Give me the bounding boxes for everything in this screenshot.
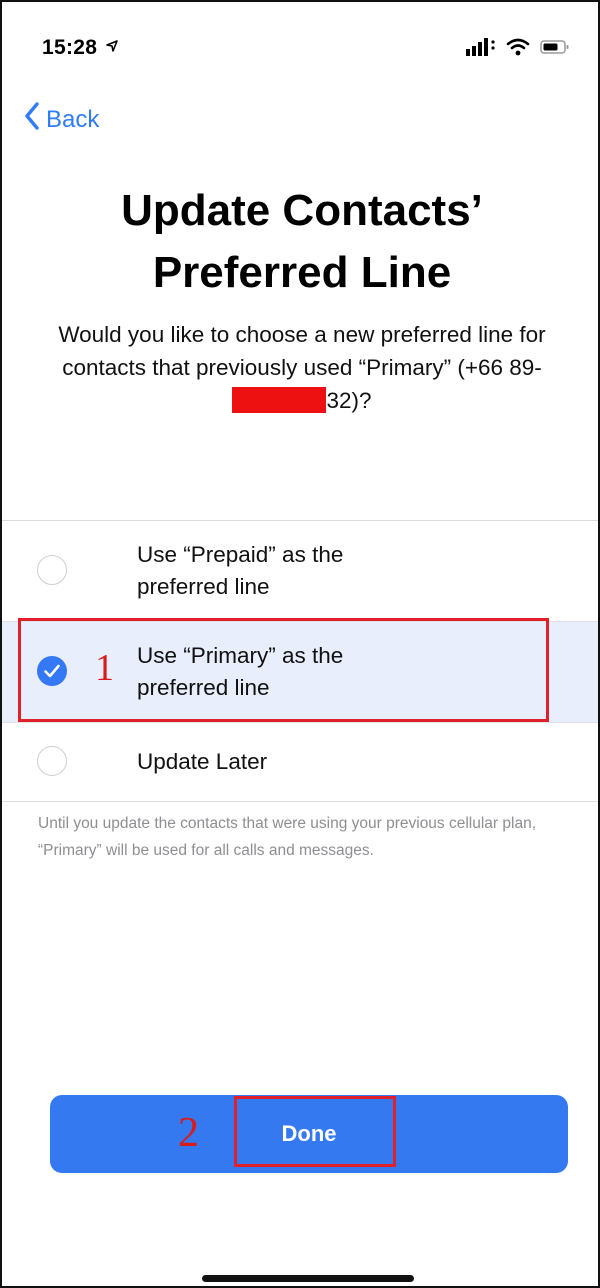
- annotation-step-1: 1: [95, 647, 114, 689]
- chevron-left-icon: [24, 102, 40, 137]
- status-icons: [466, 38, 570, 56]
- back-label: Back: [46, 105, 100, 133]
- subtitle-text-start: Would you like to choose a new preferred…: [58, 322, 546, 380]
- clock-text: 15:28: [42, 36, 98, 59]
- title-line-2: Preferred Line: [152, 248, 452, 297]
- page-title: Update Contacts’ Preferred Line: [22, 180, 582, 304]
- phone-screen: 15:28 Back Update Contacts’ Preferred Li…: [0, 0, 600, 1288]
- home-indicator[interactable]: [202, 1275, 414, 1282]
- back-button[interactable]: Back: [24, 102, 99, 137]
- subtitle-text-end: 32)?: [326, 388, 372, 413]
- cellular-signal-icon: [466, 38, 496, 56]
- option-label: Update Later: [137, 749, 268, 774]
- annotation-box-step-2: [234, 1096, 396, 1167]
- title-line-1: Update Contacts’: [121, 186, 483, 235]
- option-use-prepaid[interactable]: Use “Prepaid” as the preferred line: [2, 521, 598, 622]
- footnote-text: Until you update the contacts that were …: [38, 815, 537, 859]
- radio-unchecked-icon: [37, 746, 67, 776]
- radio-unchecked-icon: [37, 555, 67, 585]
- status-time: 15:28: [42, 36, 118, 60]
- wifi-icon: [506, 38, 530, 56]
- battery-icon: [540, 39, 570, 55]
- option-update-later[interactable]: Update Later: [2, 723, 598, 802]
- redaction-box: [232, 387, 327, 413]
- page-subtitle: Would you like to choose a new preferred…: [42, 318, 562, 417]
- option-label: Use “Prepaid” as the preferred line: [137, 542, 344, 599]
- annotation-step-2: 2: [178, 1110, 199, 1156]
- location-arrow-icon: [101, 39, 118, 56]
